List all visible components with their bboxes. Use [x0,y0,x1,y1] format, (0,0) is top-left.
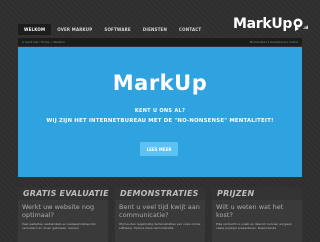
nav-item-contact[interactable]: CONTACT [173,24,207,35]
hero-tagline: KENT U ONS AL? [134,108,186,114]
nav-item-software[interactable]: SOFTWARE [98,24,136,35]
nav-item-over-markup[interactable]: OVER MARKUP [51,24,98,35]
visitor-count: Momenteel 1 bezoeker(s) online [249,40,298,44]
hero-title: MarkUp [112,71,208,95]
column-question[interactable]: Bent u veel tijd kwijt aan communicatie? [115,200,205,219]
read-more-button[interactable]: LEES MEER [140,142,178,156]
column-text: Elke opdracht is uniek en daarom kunnen … [216,222,292,230]
column-title: PRIJZEN [212,187,302,200]
column-title: DEMONSTRATIES [115,187,205,200]
hero-banner: MarkUp KENT U ONS AL? WIJ ZIJN HET INTER… [18,47,302,177]
column-demonstraties: DEMONSTRATIES Bent u veel tijd kwijt aan… [115,187,205,242]
column-text: Wij houden regelmatig demonstraties van … [119,222,201,230]
column-prijzen: PRIJZEN Wilt u weten wat het kost? Elke … [212,187,302,242]
logo-text: MarkUp [232,16,293,32]
breadcrumb: U bent hier: Home » Welkom [22,40,66,44]
breadcrumb-bar: U bent hier: Home » Welkom Momenteel 1 b… [18,38,302,46]
column-question[interactable]: Wilt u weten wat het kost? [212,200,302,219]
column-text: Veel websites, webwinkels en webapplicat… [22,222,96,230]
nav-item-diensten[interactable]: DIENSTEN [137,24,173,35]
logo-suffix: .nl [303,25,308,30]
hero-subtagline: WIJ ZIJN HET INTERNETBUREAU MET DE "NO-N… [46,118,274,124]
site-logo[interactable]: MarkUp .nl [233,16,308,32]
nav-item-welkom[interactable]: WELKOM [18,24,52,35]
column-title: GRATIS EVALUATIE [18,187,109,200]
column-gratis-evaluatie: GRATIS EVALUATIE Werkt uw website nog op… [18,187,109,242]
main-nav: WELKOM OVER MARKUP SOFTWARE DIENSTEN CON… [18,24,207,35]
column-question[interactable]: Werkt uw website nog optimaal? [18,200,108,219]
